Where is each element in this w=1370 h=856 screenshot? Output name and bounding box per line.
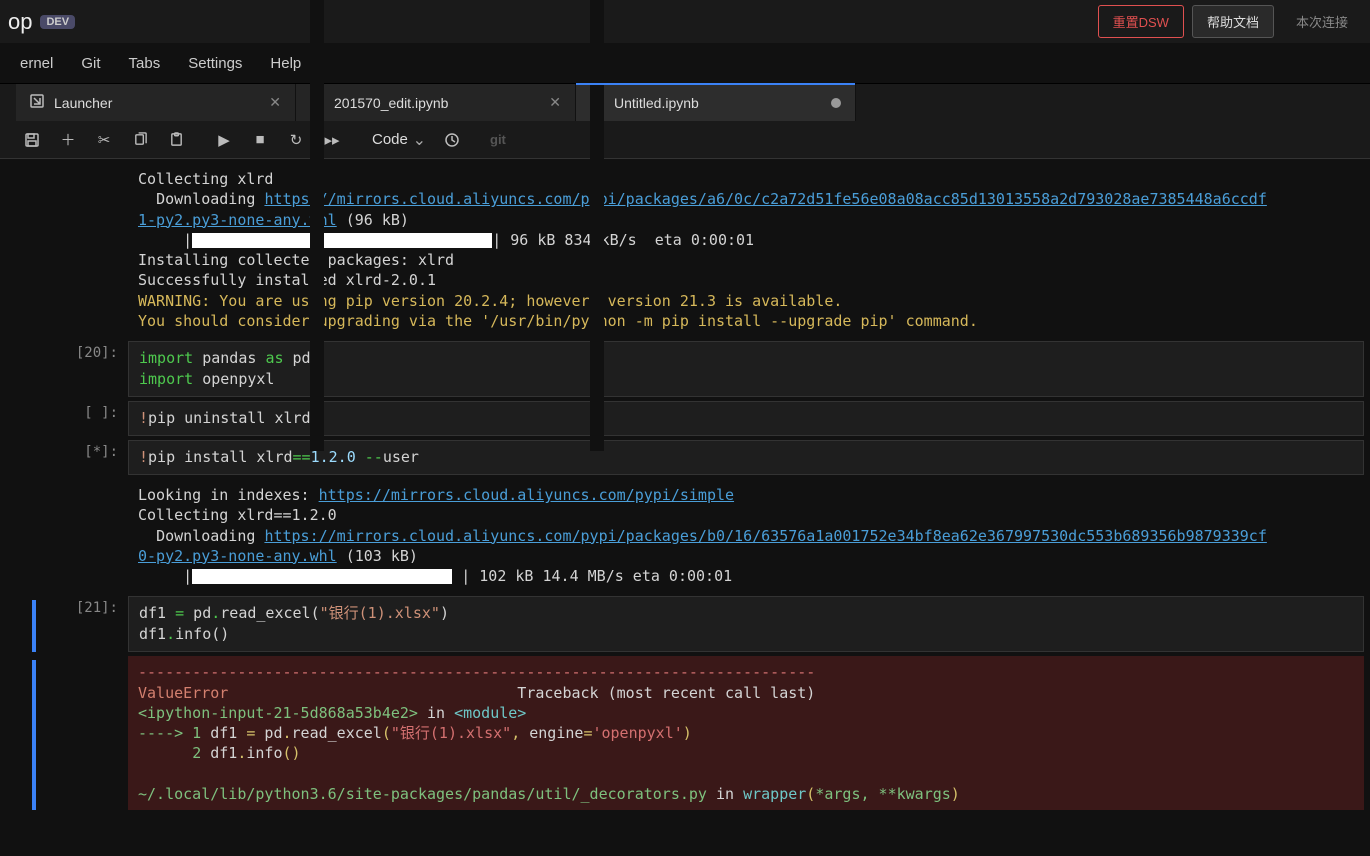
restart-button[interactable]: ↻ [280,126,312,154]
cut-button[interactable]: ✂ [88,126,120,154]
cell-body: ----------------------------------------… [128,656,1364,810]
tab-untitled-ipynb[interactable]: Untitled.ipynb [576,84,856,121]
menu-tabs[interactable]: Tabs [115,49,175,78]
notebook-cell[interactable]: [ ]:!pip uninstall xlrd [0,401,1370,436]
cell-error-output: ----------------------------------------… [128,656,1364,810]
notebook-cell[interactable]: Collecting xlrd Downloading https://mirr… [0,163,1370,337]
reset-dsw-button[interactable]: 重置DSW [1098,5,1184,38]
cell-body: Looking in indexes: https://mirrors.clou… [128,479,1364,592]
top-bar: op DEV 重置DSW 帮助文档 本次连接 [0,0,1370,43]
cell-gutter [0,341,40,397]
launcher-icon [30,94,44,111]
connection-status-button[interactable]: 本次连接 [1282,5,1362,38]
notebook-icon [590,0,604,451]
cell-body: df1 = pd.read_excel("银行(1).xlsx") df1.in… [128,596,1364,652]
tab-201570-edit-ipynb[interactable]: 201570_edit.ipynb ✕ [296,84,576,121]
menu-settings[interactable]: Settings [174,49,256,78]
notebook-toolbar: ＋ ✂ ▶ ■ ↻ ▸▸ Code git [0,121,1370,159]
notebook-cell[interactable]: [20]:import pandas as pd import openpyxl [0,341,1370,397]
notebook-cell[interactable]: [21]:df1 = pd.read_excel("银行(1).xlsx") d… [0,596,1370,652]
cell-gutter [0,656,40,810]
topbar-left: op DEV [8,9,75,35]
cell-gutter [0,163,40,337]
menu-bar: ernelGitTabsSettingsHelp [0,43,1370,83]
tab-launcher[interactable]: Launcher ✕ [16,84,296,121]
cell-type-select[interactable]: Code [364,127,432,152]
cell-prompt: [21]: [40,596,128,652]
dirty-indicator-icon [831,98,841,108]
kernel-status-icon[interactable] [436,126,468,154]
git-icon[interactable]: git [490,132,506,147]
topbar-right: 重置DSW 帮助文档 本次连接 [1098,5,1362,38]
logo-text: op [8,9,32,35]
menu-help[interactable]: Help [256,49,315,78]
notebook-cell[interactable]: [*]:!pip install xlrd==1.2.0 --user [0,440,1370,475]
notebook-cell[interactable]: Looking in indexes: https://mirrors.clou… [0,479,1370,592]
menu-git[interactable]: Git [67,49,114,78]
cell-prompt: [ ]: [40,401,128,436]
stop-button[interactable]: ■ [244,126,276,154]
notebook-area[interactable]: Collecting xlrd Downloading https://mirr… [0,159,1370,856]
cell-gutter [0,596,40,652]
insert-cell-button[interactable]: ＋ [52,126,84,154]
cell-prompt [40,479,128,592]
cell-gutter [0,440,40,475]
paste-button[interactable] [160,126,192,154]
menu-ernel[interactable]: ernel [6,49,67,78]
tab-bar: Launcher ✕ 201570_edit.ipynb ✕ Untitled.ipyn… [0,83,1370,121]
cell-gutter [0,479,40,592]
dev-badge: DEV [40,15,75,29]
tab-label: Untitled.ipynb [614,95,821,111]
notebook-icon [310,0,324,451]
cell-output: Looking in indexes: https://mirrors.clou… [128,479,1364,592]
code-input[interactable]: df1 = pd.read_excel("银行(1).xlsx") df1.in… [128,596,1364,652]
cell-gutter [0,401,40,436]
help-docs-button[interactable]: 帮助文档 [1192,5,1274,38]
cell-prompt [40,163,128,337]
tab-label: Launcher [54,95,259,111]
close-icon[interactable]: ✕ [269,94,281,111]
save-button[interactable] [16,126,48,154]
cell-prompt [40,656,128,810]
notebook-cell[interactable]: ----------------------------------------… [0,656,1370,810]
run-button[interactable]: ▶ [208,126,240,154]
execution-indicator [32,600,36,652]
close-icon[interactable]: ✕ [549,94,561,111]
cell-prompt: [*]: [40,440,128,475]
cell-type-select-wrap: Code [364,127,432,152]
cell-prompt: [20]: [40,341,128,397]
copy-button[interactable] [124,126,156,154]
tab-label: 201570_edit.ipynb [334,95,539,111]
execution-indicator [32,660,36,810]
